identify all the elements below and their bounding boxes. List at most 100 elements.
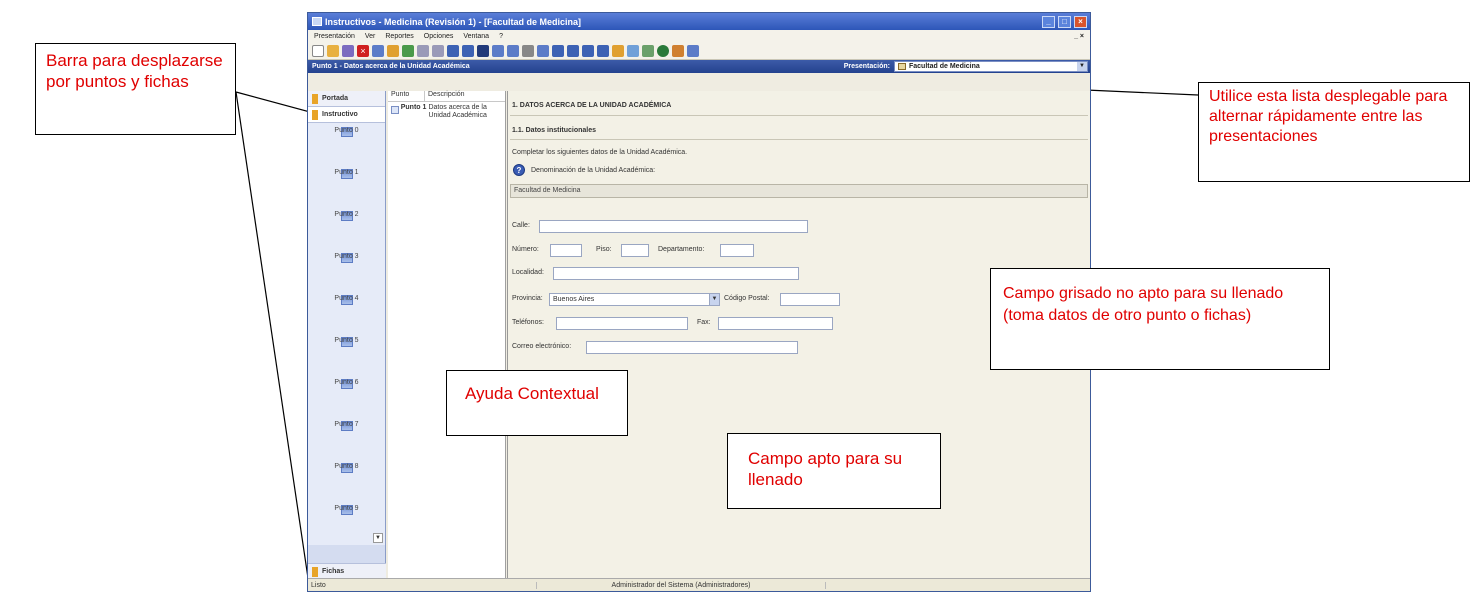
list-item-description: Datos acerca de la Unidad Académica [428,104,487,119]
callout-navigation-bar: Barra para desplazarse por puntos y fich… [35,43,236,135]
nav-item-punto-6[interactable]: Punto 6 [308,375,385,417]
status-text: Listo [311,581,326,589]
minimize-button[interactable]: _ [1042,15,1055,28]
nav-item-punto-1[interactable]: Punto 1 [308,165,385,207]
open-folder-icon[interactable] [327,44,339,57]
view-list-icon[interactable] [462,44,474,57]
document-icon [391,106,399,114]
status-bar: Listo Administrador del Sistema (Adminis… [308,578,1090,591]
app-window: Instructivos - Medicina (Revisión 1) - [… [307,12,1091,592]
nav-item-punto-8[interactable]: Punto 8 [308,459,385,501]
folder-icon [312,109,318,120]
menu-presentacion[interactable]: Presentación [314,33,355,40]
maximize-button[interactable]: □ [1058,15,1071,28]
mdi-window-controls[interactable]: _ × [1074,33,1084,40]
title-bar: Instructivos - Medicina (Revisión 1) - [… [308,13,1090,30]
menu-help[interactable]: ? [499,33,503,40]
nav-item-punto-0[interactable]: Punto 0 [308,123,385,165]
scroll-down-button[interactable]: ▼ [373,533,383,543]
menu-reportes[interactable]: Reportes [385,33,413,40]
exit-icon[interactable] [687,44,699,57]
list-item[interactable]: Punto 1 Datos acerca de la Unidad Académ… [388,102,505,120]
nav-item-label: Punto 9 [334,505,359,512]
menu-ventana[interactable]: Ventana [463,33,489,40]
close-button[interactable]: × [1074,15,1087,28]
departamento-input[interactable] [720,244,754,257]
nav-item-label: Punto 8 [334,463,359,470]
codigo-postal-label: Código Postal: [724,295,770,302]
folder-icon[interactable] [387,44,399,57]
export-icon[interactable] [402,44,414,57]
copy-icon[interactable] [417,44,429,57]
piso-input[interactable] [621,244,649,257]
menu-opciones[interactable]: Opciones [424,33,454,40]
section-bar: Punto 1 - Datos acerca de la Unidad Acad… [308,60,1090,73]
contextual-help-icon[interactable]: ? [513,164,525,176]
nav-portada[interactable]: Portada [308,91,385,107]
nav-fichas[interactable]: Fichas [308,563,386,579]
codigo-postal-input[interactable] [780,293,840,306]
provincia-label: Provincia: [512,295,543,302]
table-icon[interactable] [567,44,579,57]
new-doc-icon[interactable] [312,44,324,57]
menu-ver[interactable]: Ver [365,33,376,40]
divider [510,115,1088,116]
window-icon[interactable] [597,44,609,57]
search-icon[interactable] [642,44,654,57]
form-intro: Completar los siguientes datos de la Uni… [512,149,688,156]
edit-pencil-icon[interactable] [342,44,354,57]
callout-editable-field: Campo apto para su llenado [727,433,941,509]
presentation-value: Facultad de Medicina [909,63,980,70]
filter-icon[interactable] [627,44,639,57]
view-details-icon[interactable] [447,44,459,57]
form-subheading: 1.1. Datos institucionales [512,127,597,134]
paste-icon[interactable] [432,44,444,57]
col-descripcion-header[interactable]: Descripción [425,91,465,101]
nav-item-punto-7[interactable]: Punto 7 [308,417,385,459]
menu-bar: Presentación Ver Reportes Opciones Venta… [308,30,1090,42]
globe-icon[interactable] [657,44,669,57]
nav-item-punto-5[interactable]: Punto 5 [308,333,385,375]
col-punto-header[interactable]: Punto [388,91,425,101]
piso-label: Piso: [596,246,612,253]
nav-item-punto-3[interactable]: Punto 3 [308,249,385,291]
save-icon[interactable] [372,44,384,57]
chart-icon[interactable] [582,44,594,57]
numero-input[interactable] [550,244,582,257]
delete-icon[interactable]: × [357,44,369,57]
presentation-label: Presentación: [843,63,890,70]
numero-label: Número: [512,246,539,253]
correo-input[interactable] [586,341,798,354]
view-columns-icon[interactable] [477,44,489,57]
calle-input[interactable] [539,220,808,233]
localidad-label: Localidad: [512,269,544,276]
sort-za-icon[interactable] [507,44,519,57]
nav-portada-label: Portada [322,95,349,102]
provincia-select[interactable]: Buenos Aires [549,293,710,306]
nav-instructivo[interactable]: Instructivo [308,107,385,123]
chevron-down-icon[interactable]: ▼ [709,293,720,306]
sort-az-icon[interactable] [492,44,504,57]
lightbulb-icon[interactable] [612,44,624,57]
report-icon[interactable] [537,44,549,57]
presentation-dropdown[interactable]: Facultad de Medicina ▼ [894,61,1088,72]
chevron-down-icon[interactable]: ▼ [1077,62,1087,71]
window-title: Instructivos - Medicina (Revisión 1) - [… [325,16,582,27]
print-icon[interactable] [522,44,534,57]
form-heading: 1. DATOS ACERCA DE LA UNIDAD ACADÉMICA [512,102,672,109]
gear-icon[interactable] [672,44,684,57]
fax-input[interactable] [718,317,833,330]
nav-item-punto-4[interactable]: Punto 4 [308,291,385,333]
departamento-label: Departamento: [658,246,705,253]
correo-label: Correo electrónico: [512,343,572,350]
folder-icon [312,93,318,104]
nav-item-label: Punto 6 [334,379,359,386]
telefonos-input[interactable] [556,317,688,330]
denominacion-label: Denominación de la Unidad Académica: [531,167,656,174]
grid-icon[interactable] [552,44,564,57]
nav-item-punto-2[interactable]: Punto 2 [308,207,385,249]
nav-item-label: Punto 4 [334,295,359,302]
localidad-input[interactable] [553,267,799,280]
calle-label: Calle: [512,222,530,229]
list-item-punto: Punto 1 [400,104,427,111]
